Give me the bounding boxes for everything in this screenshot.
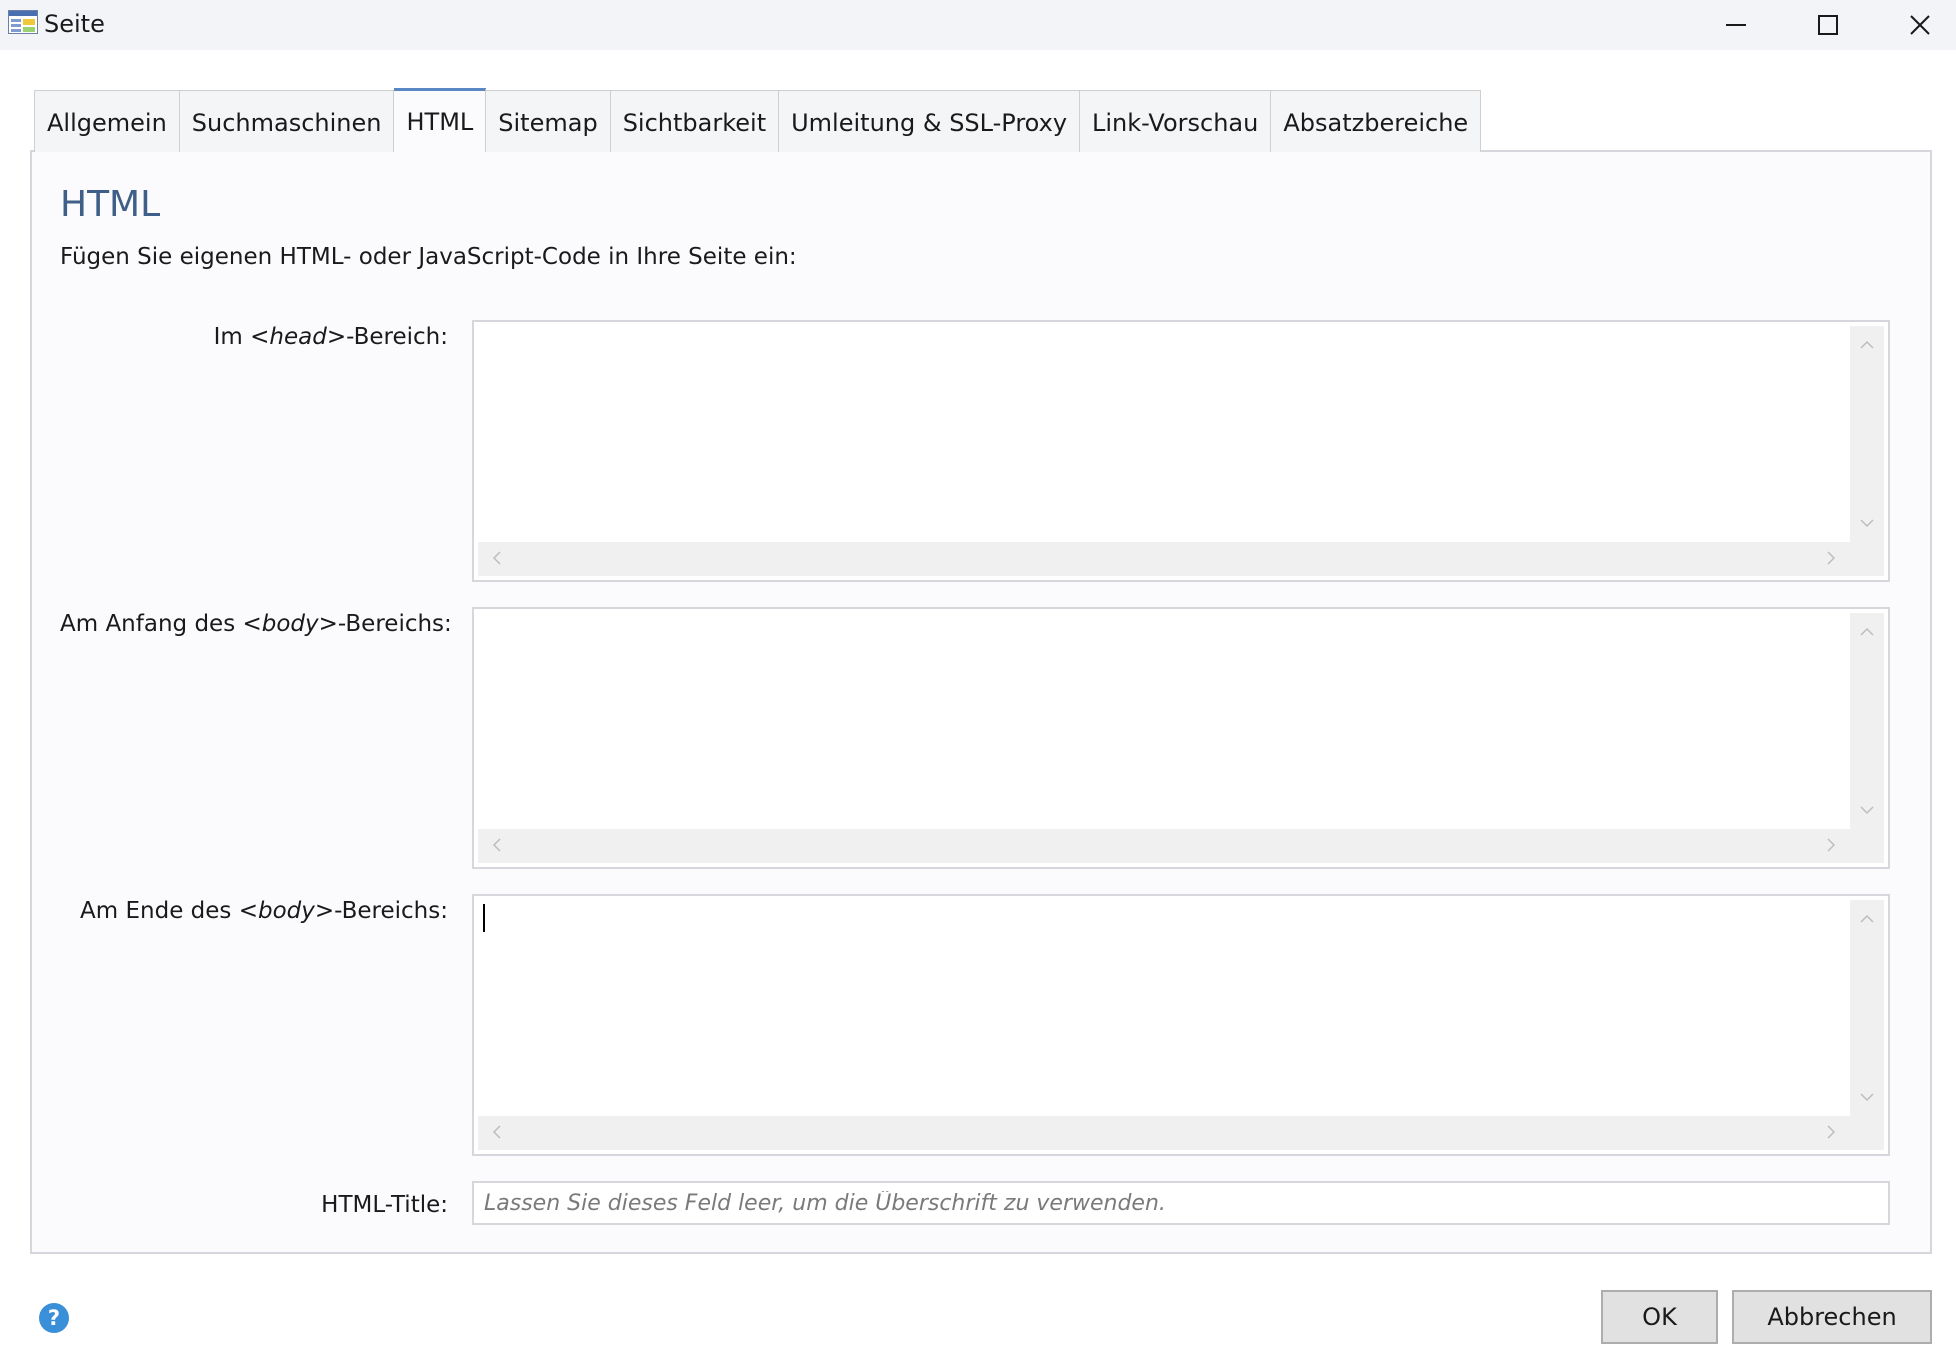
body-start-vertical-scrollbar[interactable] bbox=[1850, 613, 1884, 829]
scroll-left-icon[interactable] bbox=[492, 838, 502, 852]
ok-button[interactable]: OK bbox=[1601, 1290, 1718, 1344]
text-caret bbox=[483, 904, 485, 932]
scroll-up-icon[interactable] bbox=[1860, 340, 1874, 350]
scroll-up-icon[interactable] bbox=[1860, 627, 1874, 637]
minimize-button[interactable] bbox=[1690, 0, 1782, 50]
tab-bar: Allgemein Suchmaschinen HTML Sitemap Sic… bbox=[34, 88, 1482, 152]
body-start-code-text[interactable] bbox=[478, 613, 1850, 829]
scroll-up-icon[interactable] bbox=[1860, 914, 1874, 924]
help-icon[interactable]: ? bbox=[38, 1302, 70, 1334]
tab-sichtbarkeit[interactable]: Sichtbarkeit bbox=[610, 90, 780, 152]
head-code-text[interactable] bbox=[478, 326, 1850, 542]
title-bar: Seite bbox=[0, 0, 1956, 50]
scroll-right-icon[interactable] bbox=[1826, 551, 1836, 565]
tab-allgemein[interactable]: Allgemein bbox=[34, 90, 180, 152]
tab-html[interactable]: HTML bbox=[394, 88, 487, 152]
head-field-label: Im <head>-Bereich: bbox=[213, 324, 448, 350]
scroll-right-icon[interactable] bbox=[1826, 1125, 1836, 1139]
body-end-field-label: Am Ende des <body>-Bereichs: bbox=[80, 898, 448, 924]
body-start-code-editor[interactable] bbox=[472, 607, 1890, 869]
body-end-horizontal-scrollbar[interactable] bbox=[478, 1116, 1884, 1150]
tab-suchmaschinen[interactable]: Suchmaschinen bbox=[179, 90, 395, 152]
window-title: Seite bbox=[44, 10, 105, 38]
html-title-input[interactable] bbox=[472, 1181, 1890, 1225]
body-end-code-text[interactable] bbox=[478, 900, 1850, 1116]
tab-umleitung[interactable]: Umleitung & SSL-Proxy bbox=[779, 90, 1081, 152]
close-icon bbox=[1910, 15, 1930, 35]
head-horizontal-scrollbar[interactable] bbox=[478, 542, 1884, 576]
page-icon bbox=[8, 10, 38, 34]
head-vertical-scrollbar[interactable] bbox=[1850, 326, 1884, 542]
body-end-vertical-scrollbar[interactable] bbox=[1850, 900, 1884, 1116]
intro-text: Fügen Sie eigenen HTML- oder JavaScript-… bbox=[60, 244, 797, 270]
scroll-left-icon[interactable] bbox=[492, 551, 502, 565]
page-heading: HTML bbox=[60, 184, 161, 225]
cancel-button[interactable]: Abbrechen bbox=[1732, 1290, 1932, 1344]
tab-sitemap[interactable]: Sitemap bbox=[486, 90, 611, 152]
svg-text:?: ? bbox=[48, 1306, 60, 1330]
body-start-field-label: Am Anfang des <body>-Bereichs: bbox=[60, 611, 452, 637]
scroll-down-icon[interactable] bbox=[1860, 1092, 1874, 1102]
html-title-label: HTML-Title: bbox=[321, 1192, 448, 1218]
scroll-right-icon[interactable] bbox=[1826, 838, 1836, 852]
maximize-icon bbox=[1818, 15, 1838, 35]
scroll-down-icon[interactable] bbox=[1860, 805, 1874, 815]
body-start-horizontal-scrollbar[interactable] bbox=[478, 829, 1884, 863]
scroll-left-icon[interactable] bbox=[492, 1125, 502, 1139]
tab-absatzbereiche[interactable]: Absatzbereiche bbox=[1271, 90, 1482, 152]
scroll-down-icon[interactable] bbox=[1860, 518, 1874, 528]
minimize-icon bbox=[1726, 24, 1746, 26]
body-end-code-editor[interactable] bbox=[472, 894, 1890, 1156]
tab-link-vorschau[interactable]: Link-Vorschau bbox=[1080, 90, 1272, 152]
close-button[interactable] bbox=[1874, 0, 1956, 50]
maximize-button[interactable] bbox=[1782, 0, 1874, 50]
head-code-editor[interactable] bbox=[472, 320, 1890, 582]
